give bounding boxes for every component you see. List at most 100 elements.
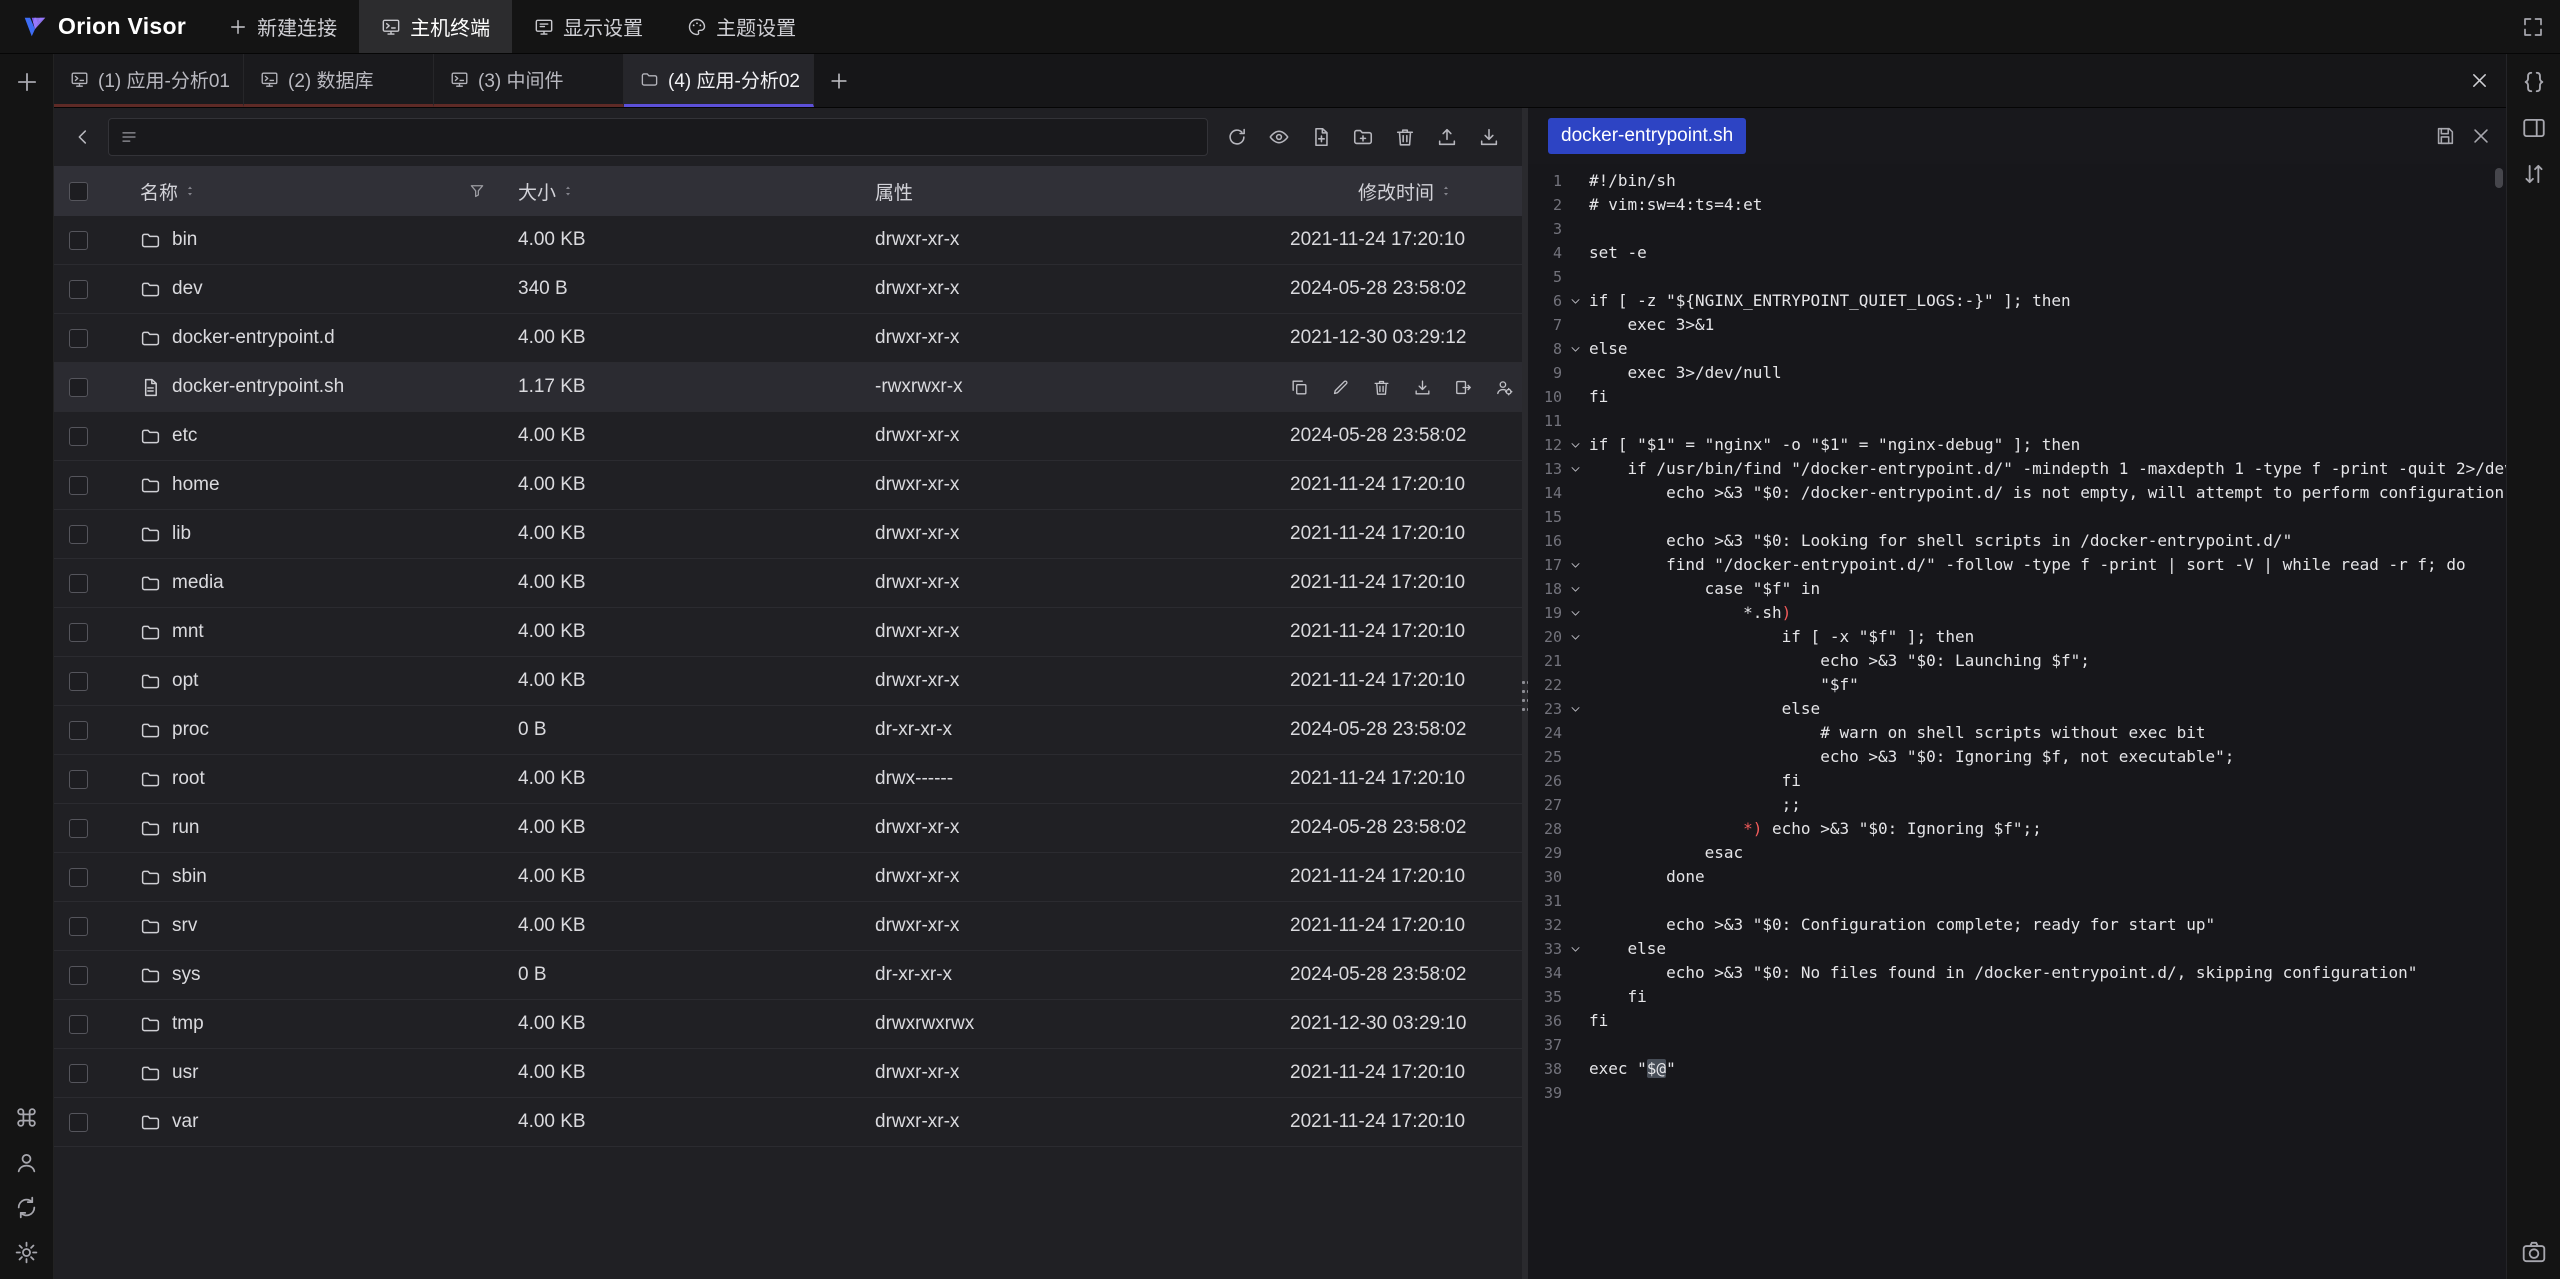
edit-button[interactable] <box>1331 378 1350 397</box>
table-row[interactable]: srv 4.00 KB drwxr-xr-x 2021-11-24 17:20:… <box>54 902 1522 951</box>
panel-layout-icon[interactable] <box>2521 115 2547 141</box>
delete-button[interactable] <box>1386 118 1424 156</box>
table-row[interactable]: tmp 4.00 KB drwxrwxrwx 2021-12-30 03:29:… <box>54 1000 1522 1049</box>
nav-item-4[interactable]: 主题设置 <box>665 0 818 53</box>
row-name[interactable]: root <box>118 768 518 790</box>
table-row[interactable]: mnt 4.00 KB drwxr-xr-x 2021-11-24 17:20:… <box>54 608 1522 657</box>
row-checkbox[interactable] <box>69 1064 88 1083</box>
download-button[interactable] <box>1470 118 1508 156</box>
sort-lines-icon[interactable] <box>2521 161 2547 187</box>
row-checkbox[interactable] <box>69 378 88 397</box>
row-checkbox[interactable] <box>69 476 88 495</box>
user-icon[interactable] <box>14 1150 39 1175</box>
table-row[interactable]: usr 4.00 KB drwxr-xr-x 2021-11-24 17:20:… <box>54 1049 1522 1098</box>
session-tab-3[interactable]: (3) 中间件 <box>434 54 624 107</box>
table-row[interactable]: bin 4.00 KB drwxr-xr-x 2021-11-24 17:20:… <box>54 216 1522 265</box>
sort-size-icon[interactable] <box>561 184 575 198</box>
table-row[interactable]: dev 340 B drwxr-xr-x 2024-05-28 23:58:02 <box>54 265 1522 314</box>
row-name[interactable]: docker-entrypoint.d <box>118 327 518 349</box>
row-checkbox[interactable] <box>69 672 88 691</box>
table-row[interactable]: docker-entrypoint.sh 1.17 KB -rwxrwxr-x <box>54 363 1522 412</box>
permission-button[interactable] <box>1495 378 1514 397</box>
brand[interactable]: Orion Visor <box>0 13 206 40</box>
fold-chevron-icon[interactable] <box>1562 553 1589 577</box>
table-row[interactable]: run 4.00 KB drwxr-xr-x 2024-05-28 23:58:… <box>54 804 1522 853</box>
upload-button[interactable] <box>1428 118 1466 156</box>
row-name[interactable]: usr <box>118 1062 518 1084</box>
session-tab-2[interactable]: (2) 数据库 <box>244 54 434 107</box>
settings-gear-icon[interactable] <box>14 1240 39 1265</box>
nav-item-3[interactable]: 显示设置 <box>512 0 665 53</box>
sort-mtime-icon[interactable] <box>1439 184 1453 198</box>
row-name[interactable]: srv <box>118 915 518 937</box>
copy-button[interactable] <box>1290 378 1309 397</box>
row-checkbox[interactable] <box>69 1113 88 1132</box>
save-icon[interactable] <box>2434 125 2456 147</box>
fold-chevron-icon[interactable] <box>1562 457 1589 481</box>
nav-item-1[interactable]: 新建连接 <box>206 0 359 53</box>
new-folder-button[interactable] <box>1344 118 1382 156</box>
session-tab-4[interactable]: (4) 应用-分析02 <box>624 54 814 107</box>
table-row[interactable]: opt 4.00 KB drwxr-xr-x 2021-11-24 17:20:… <box>54 657 1522 706</box>
add-tab-button[interactable] <box>814 54 864 107</box>
open-file-tab[interactable]: docker-entrypoint.sh <box>1548 118 1746 154</box>
row-checkbox[interactable] <box>69 1015 88 1034</box>
row-checkbox[interactable] <box>69 231 88 250</box>
row-checkbox[interactable] <box>69 770 88 789</box>
fold-chevron-icon[interactable] <box>1562 625 1589 649</box>
row-name[interactable]: lib <box>118 523 518 545</box>
row-checkbox[interactable] <box>69 721 88 740</box>
row-name[interactable]: mnt <box>118 621 518 643</box>
column-mtime[interactable]: 修改时间 <box>1358 178 1434 205</box>
download-button[interactable] <box>1413 378 1432 397</box>
move-button[interactable] <box>1454 378 1473 397</box>
select-all-checkbox[interactable] <box>69 182 88 201</box>
row-checkbox[interactable] <box>69 966 88 985</box>
table-row[interactable]: etc 4.00 KB drwxr-xr-x 2024-05-28 23:58:… <box>54 412 1522 461</box>
camera-icon[interactable] <box>2521 1239 2547 1265</box>
row-checkbox[interactable] <box>69 623 88 642</box>
table-row[interactable]: lib 4.00 KB drwxr-xr-x 2021-11-24 17:20:… <box>54 510 1522 559</box>
fold-chevron-icon[interactable] <box>1562 337 1589 361</box>
table-row[interactable]: proc 0 B dr-xr-xr-x 2024-05-28 23:58:02 <box>54 706 1522 755</box>
row-name[interactable]: etc <box>118 425 518 447</box>
fullscreen-icon[interactable] <box>2521 15 2545 39</box>
row-name[interactable]: dev <box>118 278 518 300</box>
row-checkbox[interactable] <box>69 427 88 446</box>
new-file-button[interactable] <box>1302 118 1340 156</box>
table-row[interactable]: var 4.00 KB drwxr-xr-x 2021-11-24 17:20:… <box>54 1098 1522 1147</box>
row-checkbox[interactable] <box>69 917 88 936</box>
command-icon[interactable] <box>14 1105 39 1130</box>
row-checkbox[interactable] <box>69 819 88 838</box>
close-tab-button[interactable] <box>2469 70 2490 91</box>
row-name[interactable]: home <box>118 474 518 496</box>
path-input[interactable] <box>108 118 1208 156</box>
braces-icon[interactable] <box>2521 69 2547 95</box>
fold-chevron-icon[interactable] <box>1562 937 1589 961</box>
filter-icon[interactable] <box>468 182 486 200</box>
nav-item-2[interactable]: 主机终端 <box>359 0 512 53</box>
session-tab-1[interactable]: (1) 应用-分析01 <box>54 54 244 107</box>
row-name[interactable]: opt <box>118 670 518 692</box>
row-name[interactable]: run <box>118 817 518 839</box>
row-checkbox[interactable] <box>69 574 88 593</box>
row-name[interactable]: sbin <box>118 866 518 888</box>
sort-name-icon[interactable] <box>183 184 197 198</box>
table-row[interactable]: sbin 4.00 KB drwxr-xr-x 2021-11-24 17:20… <box>54 853 1522 902</box>
table-row[interactable]: home 4.00 KB drwxr-xr-x 2021-11-24 17:20… <box>54 461 1522 510</box>
row-checkbox[interactable] <box>69 868 88 887</box>
row-name[interactable]: var <box>118 1111 518 1133</box>
editor-scrollbar-thumb[interactable] <box>2495 168 2503 188</box>
row-checkbox[interactable] <box>69 329 88 348</box>
fold-chevron-icon[interactable] <box>1562 697 1589 721</box>
delete-button[interactable] <box>1372 378 1391 397</box>
fold-chevron-icon[interactable] <box>1562 577 1589 601</box>
fold-chevron-icon[interactable] <box>1562 601 1589 625</box>
row-checkbox[interactable] <box>69 280 88 299</box>
row-name[interactable]: docker-entrypoint.sh <box>118 376 518 398</box>
preview-eye-button[interactable] <box>1260 118 1298 156</box>
row-name[interactable]: proc <box>118 719 518 741</box>
table-row[interactable]: root 4.00 KB drwx------ 2021-11-24 17:20… <box>54 755 1522 804</box>
row-name[interactable]: tmp <box>118 1013 518 1035</box>
table-row[interactable]: docker-entrypoint.d 4.00 KB drwxr-xr-x 2… <box>54 314 1522 363</box>
